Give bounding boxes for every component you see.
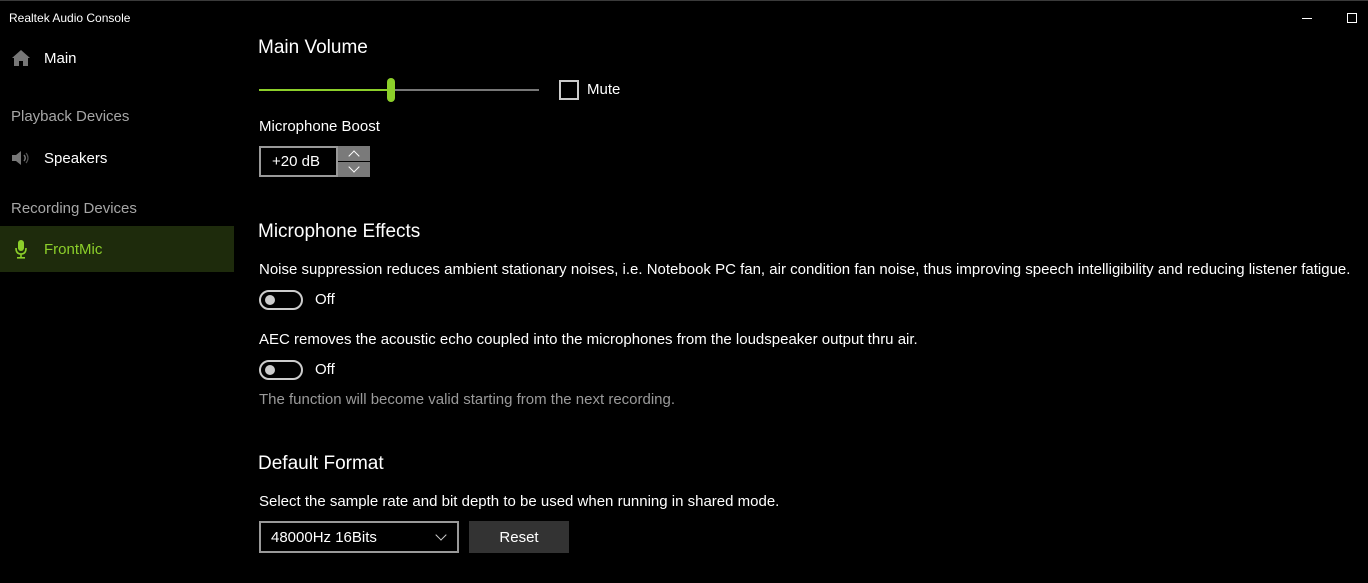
decrement-button[interactable]	[338, 161, 370, 177]
sidebar-item-label: Speakers	[44, 149, 108, 167]
mute-checkbox[interactable]	[559, 80, 579, 100]
app-title: Realtek Audio Console	[9, 11, 131, 25]
sidebar-item-speakers[interactable]: Speakers	[0, 135, 234, 181]
sample-rate-selected: 48000Hz 16Bits	[271, 529, 377, 546]
reset-button[interactable]: Reset	[469, 521, 569, 553]
sample-rate-dropdown[interactable]: 48000Hz 16Bits	[259, 521, 459, 553]
aec-toggle[interactable]	[259, 360, 303, 380]
microphone-boost-label: Microphone Boost	[259, 118, 380, 135]
slider-thumb[interactable]	[386, 78, 395, 102]
default-format-title: Default Format	[258, 453, 384, 474]
sidebar-item-label: Main	[44, 49, 77, 67]
noise-suppression-description: Noise suppression reduces ambient statio…	[259, 261, 1351, 278]
chevron-up-icon	[348, 150, 360, 162]
effects-note: The function will become valid starting …	[259, 391, 676, 408]
home-icon	[11, 48, 31, 68]
sidebar-item-main[interactable]: Main	[0, 35, 234, 81]
maximize-button[interactable]	[1337, 6, 1367, 30]
toggle-knob	[265, 295, 275, 305]
chevron-down-icon	[348, 161, 360, 173]
main-volume-slider[interactable]	[259, 78, 539, 102]
noise-suppression-toggle[interactable]	[259, 290, 303, 310]
chevron-down-icon	[435, 529, 447, 541]
mute-label: Mute	[587, 81, 621, 98]
main-volume-title: Main Volume	[258, 37, 368, 58]
aec-state: Off	[315, 361, 335, 378]
minimize-icon	[1302, 17, 1312, 19]
increment-button[interactable]	[338, 146, 370, 162]
playback-devices-header: Playback Devices	[11, 108, 130, 125]
window-top-border	[0, 0, 1368, 1]
microphone-icon	[11, 239, 31, 259]
sidebar-item-frontmic[interactable]: FrontMic	[0, 226, 234, 272]
sidebar-item-label: FrontMic	[44, 240, 103, 258]
aec-description: AEC removes the acoustic echo coupled in…	[259, 331, 918, 348]
microphone-boost-value[interactable]: +20 dB	[259, 146, 338, 177]
maximize-icon	[1347, 13, 1357, 23]
microphone-effects-title: Microphone Effects	[258, 221, 421, 242]
slider-fill	[259, 89, 391, 91]
default-format-description: Select the sample rate and bit depth to …	[259, 493, 780, 510]
recording-devices-header: Recording Devices	[11, 200, 137, 217]
toggle-knob	[265, 365, 275, 375]
speaker-icon	[11, 148, 31, 168]
minimize-button[interactable]	[1292, 6, 1322, 30]
noise-suppression-state: Off	[315, 291, 335, 308]
